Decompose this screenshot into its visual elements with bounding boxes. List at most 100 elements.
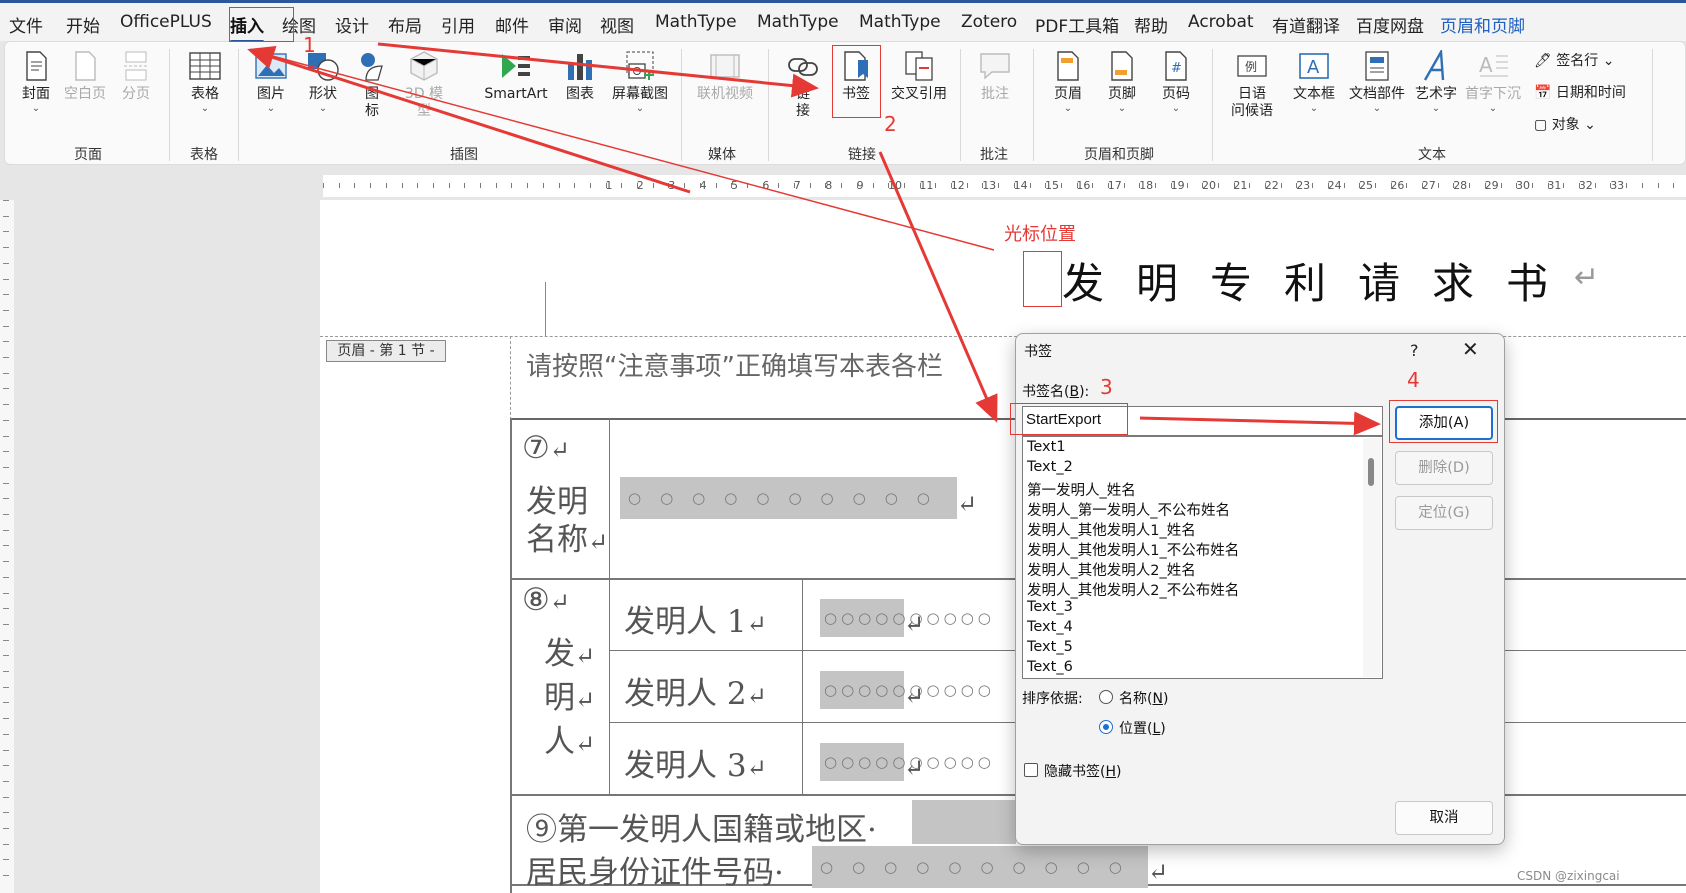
inventor-1-field[interactable]: ○○○○○○○○○○ xyxy=(820,599,991,637)
wordart-button[interactable]: 艺术字 ⌄ xyxy=(1412,50,1460,115)
annotation-step-4: 4 xyxy=(1407,368,1420,392)
cover-page-button[interactable]: 封面 ⌄ xyxy=(18,50,54,115)
list-item[interactable]: 发明人_其他发明人1_姓名 xyxy=(1027,519,1196,540)
3d-models-label-line2: 型 xyxy=(417,103,431,119)
date-time-button[interactable]: 📅 日期和时间 xyxy=(1534,82,1626,102)
horizontal-ruler[interactable]: 1 2 3 4 5 6 7 8 9 10 11 12 13 14 15 16 17 18 19 20 21 22 23 24 2… xyxy=(323,175,1686,197)
smartart-button[interactable]: SmartArt xyxy=(480,50,552,103)
icons-button[interactable]: 图 标 xyxy=(356,50,388,120)
sort-by-name-radio[interactable] xyxy=(1099,690,1113,704)
ruler-tick xyxy=(3,592,9,594)
screenshot-button[interactable]: 屏幕截图 ⌄ xyxy=(607,50,673,115)
tab-file[interactable]: 文件 xyxy=(9,12,43,37)
list-item[interactable]: Text_2 xyxy=(1027,459,1073,475)
tab-mathtype-3[interactable]: MathType xyxy=(859,12,941,32)
tab-view[interactable]: 视图 xyxy=(600,12,634,37)
cancel-button[interactable]: 取消 xyxy=(1395,801,1493,835)
tab-layout[interactable]: 布局 xyxy=(388,12,422,37)
shapes-button[interactable]: 形状 ⌄ xyxy=(304,50,342,115)
list-item[interactable]: 第一发明人_姓名 xyxy=(1027,479,1136,500)
row7-label-line2: 名称↵ xyxy=(526,514,608,559)
list-item[interactable]: 发明人_其他发明人2_不公布姓名 xyxy=(1027,579,1239,600)
sort-by-position-radio[interactable] xyxy=(1099,720,1113,734)
inventor-3-label: 发明人 3↵ xyxy=(624,740,767,785)
list-item[interactable]: Text_4 xyxy=(1027,619,1073,635)
ruler-tick xyxy=(3,765,9,767)
tab-youdao-translate[interactable]: 有道翻译 xyxy=(1272,12,1340,37)
list-item[interactable]: 发明人_其他发明人2_姓名 xyxy=(1027,559,1196,580)
list-item[interactable]: 发明人_其他发明人1_不公布姓名 xyxy=(1027,539,1239,560)
tab-home[interactable]: 开始 xyxy=(66,12,100,37)
tab-acrobat[interactable]: Acrobat xyxy=(1188,12,1254,32)
list-item[interactable]: Text_6 xyxy=(1027,659,1073,675)
tab-references[interactable]: 引用 xyxy=(441,12,475,37)
inventor-2-field[interactable]: ○○○○○○○○○○ xyxy=(820,671,991,709)
ruler-tick xyxy=(731,183,733,188)
paragraph-mark: ↵ xyxy=(575,642,596,670)
comment-button[interactable]: 批注 xyxy=(975,50,1015,103)
cross-reference-icon xyxy=(905,51,933,81)
list-item[interactable]: Text1 xyxy=(1027,439,1066,455)
tab-review[interactable]: 审阅 xyxy=(548,12,582,37)
object-button[interactable]: ▢ 对象 ⌄ xyxy=(1534,114,1596,134)
page-number-button[interactable]: # 页码 ⌄ xyxy=(1158,50,1194,115)
sort-by-name-label[interactable]: 名称(N) xyxy=(1119,688,1168,708)
3d-models-button[interactable]: 3D 模 型 xyxy=(402,50,446,120)
goto-button[interactable]: 定位(G) xyxy=(1395,496,1493,530)
ruler-tick xyxy=(589,183,591,188)
online-video-button[interactable]: 联机视频 xyxy=(692,50,758,103)
invention-name-field[interactable]: ○○○○○○○○○○ xyxy=(620,477,957,519)
id-number-field[interactable]: ○○○○○○○○○○ xyxy=(812,846,1148,888)
tab-zotero[interactable]: Zotero xyxy=(961,12,1017,32)
inventor-3-field[interactable]: ○○○○○○○○○○ xyxy=(820,743,991,781)
tab-help[interactable]: 帮助 xyxy=(1134,12,1168,37)
tab-baidu-netdisk[interactable]: 百度网盘 xyxy=(1356,12,1424,37)
tab-mathtype-2[interactable]: MathType xyxy=(757,12,839,32)
footer-button[interactable]: 页脚 ⌄ xyxy=(1104,50,1140,115)
list-item[interactable]: 发明人_第一发明人_不公布姓名 xyxy=(1027,499,1230,520)
chart-icon xyxy=(568,54,592,80)
picture-button[interactable]: 图片 ⌄ xyxy=(252,50,290,115)
ruler-number: 17 xyxy=(1107,179,1122,192)
signature-line-button[interactable]: 🖊 签名行 ⌄ xyxy=(1534,50,1614,70)
vertical-ruler[interactable] xyxy=(0,200,14,893)
chart-button[interactable]: 图表 xyxy=(563,50,597,103)
sort-by-position-label[interactable]: 位置(L) xyxy=(1119,718,1166,738)
list-item[interactable]: Text_3 xyxy=(1027,599,1073,615)
annotation-box-bookmark xyxy=(832,45,881,118)
page-break-button[interactable]: 分页 xyxy=(118,50,154,103)
help-icon[interactable]: ? xyxy=(1410,341,1419,360)
ruler-tick xyxy=(495,183,497,188)
ruler-tick xyxy=(715,183,717,188)
quick-parts-button[interactable]: 文档部件 ⌄ xyxy=(1346,50,1408,115)
bookmark-list[interactable]: Text1 Text_2 第一发明人_姓名 发明人_第一发明人_不公布姓名 发明… xyxy=(1022,436,1383,679)
link-button[interactable]: 链 接 xyxy=(786,50,820,120)
ribbon-separator xyxy=(960,49,961,161)
label-text: 书签名( xyxy=(1022,384,1070,400)
ruler-number: 13 xyxy=(982,179,997,192)
tab-header-footer[interactable]: 页眉和页脚 xyxy=(1440,12,1525,37)
page-break-label: 分页 xyxy=(122,86,150,102)
list-item[interactable]: Text_5 xyxy=(1027,639,1073,655)
blank-page-button[interactable]: 空白页 xyxy=(62,50,108,103)
tab-design[interactable]: 设计 xyxy=(335,12,369,37)
close-icon[interactable]: ✕ xyxy=(1462,337,1479,361)
tab-mailings[interactable]: 邮件 xyxy=(495,12,529,37)
delete-button[interactable]: 删除(D) xyxy=(1395,451,1493,485)
tab-mathtype-1[interactable]: MathType xyxy=(655,12,737,32)
textbox-button[interactable]: A 文本框 ⌄ xyxy=(1290,50,1338,115)
drop-cap-button[interactable]: A 首字下沉 ⌄ xyxy=(1462,50,1524,115)
nationality-field[interactable] xyxy=(912,800,1016,844)
table-button[interactable]: 表格 ⌄ xyxy=(185,50,225,115)
japanese-greeting-button[interactable]: 例 日语 问候语 xyxy=(1222,50,1282,120)
textbox-icon: A xyxy=(1299,53,1329,79)
tab-officeplus[interactable]: OfficePLUS xyxy=(120,12,212,32)
ruler-tick xyxy=(3,341,9,343)
cross-reference-button[interactable]: 交叉引用 xyxy=(886,50,952,103)
tab-pdf-toolbox[interactable]: PDF工具箱 xyxy=(1035,12,1119,37)
scrollbar-thumb[interactable] xyxy=(1368,458,1374,486)
hidden-bookmarks-label[interactable]: 隐藏书签(H) xyxy=(1044,761,1121,781)
quick-parts-icon xyxy=(1365,51,1389,81)
header-button[interactable]: 页眉 ⌄ xyxy=(1050,50,1086,115)
hidden-bookmarks-checkbox[interactable] xyxy=(1024,763,1038,777)
